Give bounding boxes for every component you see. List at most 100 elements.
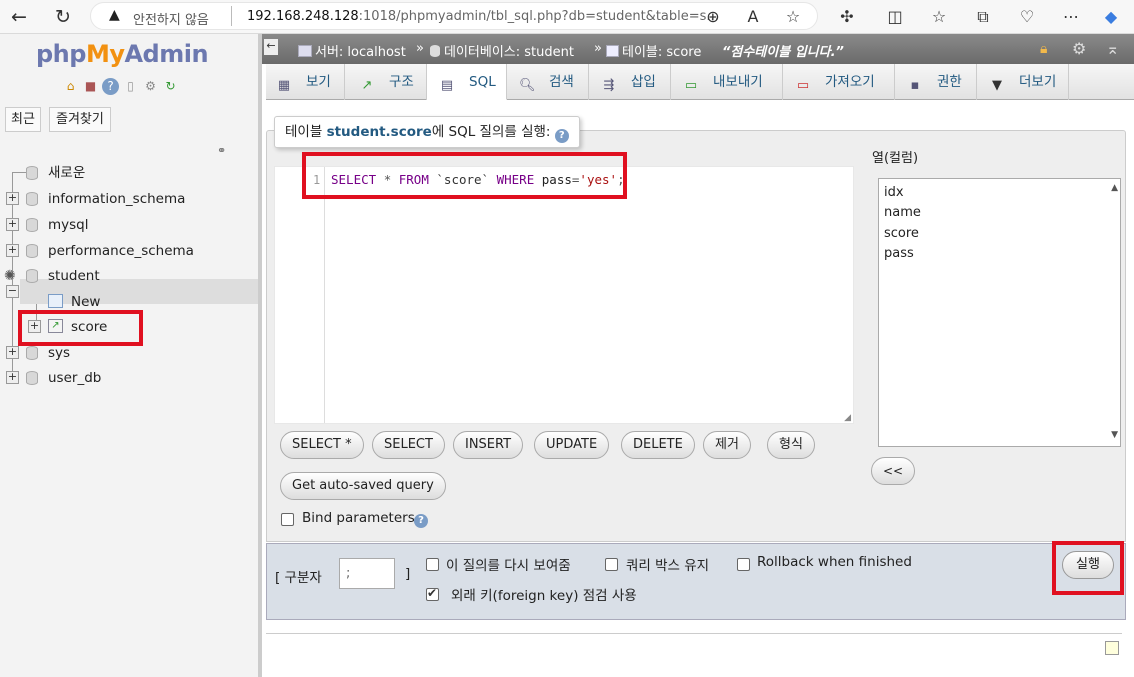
insecure-label[interactable]: 안전하지 않음 [133,9,209,28]
new-table-icon [48,294,63,308]
foreign-key-check-label[interactable]: 외래 키(foreign key) 점검 사용 [451,584,637,604]
warning-icon[interactable]: ▲ [109,7,120,23]
breadcrumb-database[interactable]: 데이터베이스: student [430,41,574,60]
help-icon[interactable]: ? [414,514,428,528]
database-icon [26,346,38,360]
recent-tables-button[interactable]: 최근 [5,107,41,132]
tree-db-performance-schema[interactable]: + performance_schema [6,240,246,262]
columns-list[interactable]: idx name score pass ▲ ▼ [878,178,1121,447]
database-icon [26,192,38,206]
collections-icon[interactable]: ⧉ [972,6,994,28]
collapse-nav-icon[interactable]: ← [264,39,278,55]
database-icon [26,244,38,258]
rollback-label[interactable]: Rollback when finished [757,554,912,570]
show-query-again-label[interactable]: 이 질의를 다시 보여줌 [446,554,571,574]
select-button[interactable]: SELECT [372,431,445,459]
bind-parameters-label[interactable]: Bind parameters [302,510,415,526]
tab-search[interactable]: 🔍︎ 검색 [507,64,589,100]
tab-privileges[interactable]: ▪ 권한 [895,64,977,100]
retain-query-box-label[interactable]: 쿼리 박스 유지 [626,554,709,574]
breadcrumb-separator: » [594,41,602,56]
lock-icon[interactable]: 🔒︎ [1040,41,1047,57]
database-icon [26,371,38,385]
tree-db-student[interactable]: ✺ student [4,265,246,287]
bind-parameters-checkbox[interactable] [281,513,294,526]
help-icon[interactable]: ? [554,129,569,143]
tab-browse[interactable]: ▦ 보기 [266,64,345,100]
sql-query-legend: 테이블 student.score에 SQL 질의를 실행: ? [274,116,580,148]
back-icon[interactable]: ← [6,4,32,30]
column-option[interactable]: score [884,226,919,241]
favorites-icon[interactable]: ☆ [928,6,950,28]
favorite-tables-button[interactable]: 즐겨찾기 [49,107,111,132]
tab-export[interactable]: ▭ 내보내기 [671,64,783,100]
expand-icon[interactable]: + [6,244,19,257]
delimiter-label: [ 구분자 [275,570,322,586]
url-text[interactable]: 192.168.248.128:1018/phpmyadmin/tbl_sql.… [247,9,719,24]
breadcrumb-table[interactable]: 테이블: score [606,41,701,60]
settings-icon[interactable]: ⚙ [142,78,159,95]
copilot-icon[interactable]: ◆ [1100,6,1122,28]
read-aloud-icon[interactable]: A [742,6,764,28]
sql-editor[interactable]: 1 SELECT * FROM `score` WHERE pass='yes'… [274,166,854,424]
show-query-again-checkbox[interactable] [426,558,439,571]
column-option[interactable]: name [884,205,921,220]
tab-insert[interactable]: ⇶ 삽입 [589,64,671,100]
split-screen-icon[interactable]: ◫ [884,6,906,28]
menu-icon[interactable]: ⋯ [1060,6,1082,28]
help-icon[interactable]: ? [102,78,119,95]
tab-sql[interactable]: ▤ SQL [427,64,507,100]
get-auto-saved-query-button[interactable]: Get auto-saved query [280,472,446,500]
refresh-icon[interactable]: ↻ [50,4,76,30]
delimiter-input[interactable]: ; [339,558,395,589]
retain-query-box-checkbox[interactable] [605,558,618,571]
tree-db-mysql[interactable]: + mysql [6,214,246,236]
home-icon[interactable]: ⌂ [62,78,79,95]
scroll-down-icon[interactable]: ▼ [1111,430,1118,440]
export-icon: ▭ [684,78,698,93]
delete-button[interactable]: DELETE [621,431,695,459]
console-icon[interactable] [1105,641,1119,655]
expand-icon[interactable]: + [6,346,19,359]
table-comment: “점수테이블 입니다.” [722,45,844,60]
column-option[interactable]: idx [884,185,904,200]
select-all-button[interactable]: SELECT * [280,431,364,459]
expand-icon[interactable]: + [6,192,19,205]
health-icon[interactable]: ♡ [1016,6,1038,28]
collapse-top-icon[interactable]: ⌅ [1106,39,1119,58]
browse-icon: ▦ [277,78,291,93]
collapse-icon[interactable]: − [6,285,19,298]
tab-more[interactable]: ▼ 더보기 [977,64,1069,100]
import-icon: ▭ [796,78,810,93]
tree-db-user-db[interactable]: + user_db [6,367,246,389]
settings-gear-icon[interactable]: ⚙ [1072,39,1086,58]
zoom-icon[interactable]: ⊕ [702,6,724,28]
annotation-highlight-query [302,152,627,199]
resize-handle-icon[interactable]: ◢ [844,413,851,423]
link-icon[interactable]: ⚭ [217,144,226,157]
expand-icon[interactable]: + [6,218,19,231]
favorite-star-icon[interactable]: ☆ [782,6,804,28]
column-option[interactable]: pass [884,246,914,261]
tree-db-information-schema[interactable]: + information_schema [6,188,246,210]
update-button[interactable]: UPDATE [534,431,610,459]
clear-button[interactable]: 제거 [703,431,751,459]
phpmyadmin-logo[interactable]: phpMyAdmin [36,40,209,68]
logout-icon[interactable]: ■ [82,78,99,95]
tab-structure[interactable]: ↗ 구조 [345,64,427,100]
annotation-highlight-go [1052,541,1124,595]
scroll-up-icon[interactable]: ▲ [1111,183,1118,193]
rollback-checkbox[interactable] [737,558,750,571]
reload-icon[interactable]: ↻ [162,78,179,95]
format-button[interactable]: 형식 [767,431,815,459]
delimiter-bracket: ] [405,566,411,582]
database-icon [26,218,38,232]
breadcrumb-server[interactable]: 서버: localhost [298,41,406,60]
insert-column-button[interactable]: << [871,457,915,485]
insert-button[interactable]: INSERT [453,431,524,459]
extensions-icon[interactable]: ✣ [836,6,858,28]
tab-import[interactable]: ▭ 가져오기 [783,64,895,100]
expand-icon[interactable]: + [6,371,19,384]
foreign-key-check-checkbox[interactable] [426,586,439,601]
docs-icon[interactable]: ▯ [122,78,139,95]
